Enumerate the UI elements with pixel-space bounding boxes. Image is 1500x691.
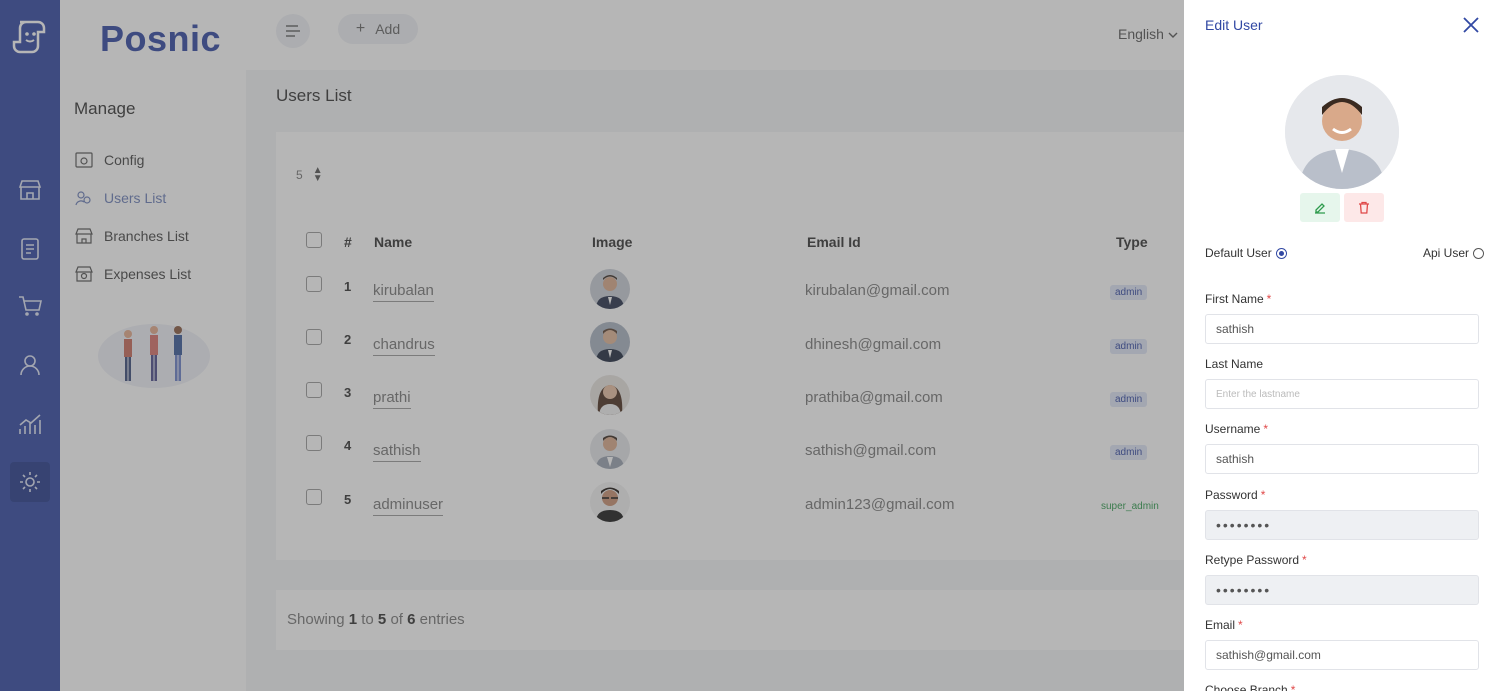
close-icon[interactable] [1462,16,1480,34]
radio-label: Default User [1205,246,1272,260]
trash-icon [1359,201,1369,214]
default-user-radio[interactable]: Default User [1205,246,1287,260]
first-name-label: First Name * [1205,292,1272,306]
username-field[interactable]: sathish [1205,444,1479,474]
edit-avatar-button[interactable] [1300,193,1340,222]
password-label: Password * [1205,488,1266,502]
last-name-field[interactable]: Enter the lastname [1205,379,1479,409]
edit-icon [1315,202,1325,214]
radio-selected-icon [1275,247,1287,259]
email-label: Email * [1205,618,1243,632]
modal-backdrop[interactable] [0,0,1184,691]
password-field[interactable]: •••••••• [1205,510,1479,540]
delete-avatar-button[interactable] [1344,193,1384,222]
first-name-field[interactable]: sathish [1205,314,1479,344]
profile-avatar [1285,75,1399,189]
retype-password-label: Retype Password * [1205,553,1307,567]
drawer-title: Edit User [1205,17,1263,33]
radio-unselected-icon [1473,247,1485,259]
choose-branch-label: Choose Branch * [1205,683,1296,691]
api-user-radio[interactable]: Api User [1423,246,1485,260]
username-label: Username * [1205,422,1269,436]
radio-label: Api User [1423,246,1470,260]
edit-user-drawer: Edit User Default User Api User First Na… [1184,0,1500,691]
retype-password-field[interactable]: •••••••• [1205,575,1479,605]
last-name-label: Last Name [1205,357,1264,371]
email-field[interactable]: sathish@gmail.com [1205,640,1479,670]
